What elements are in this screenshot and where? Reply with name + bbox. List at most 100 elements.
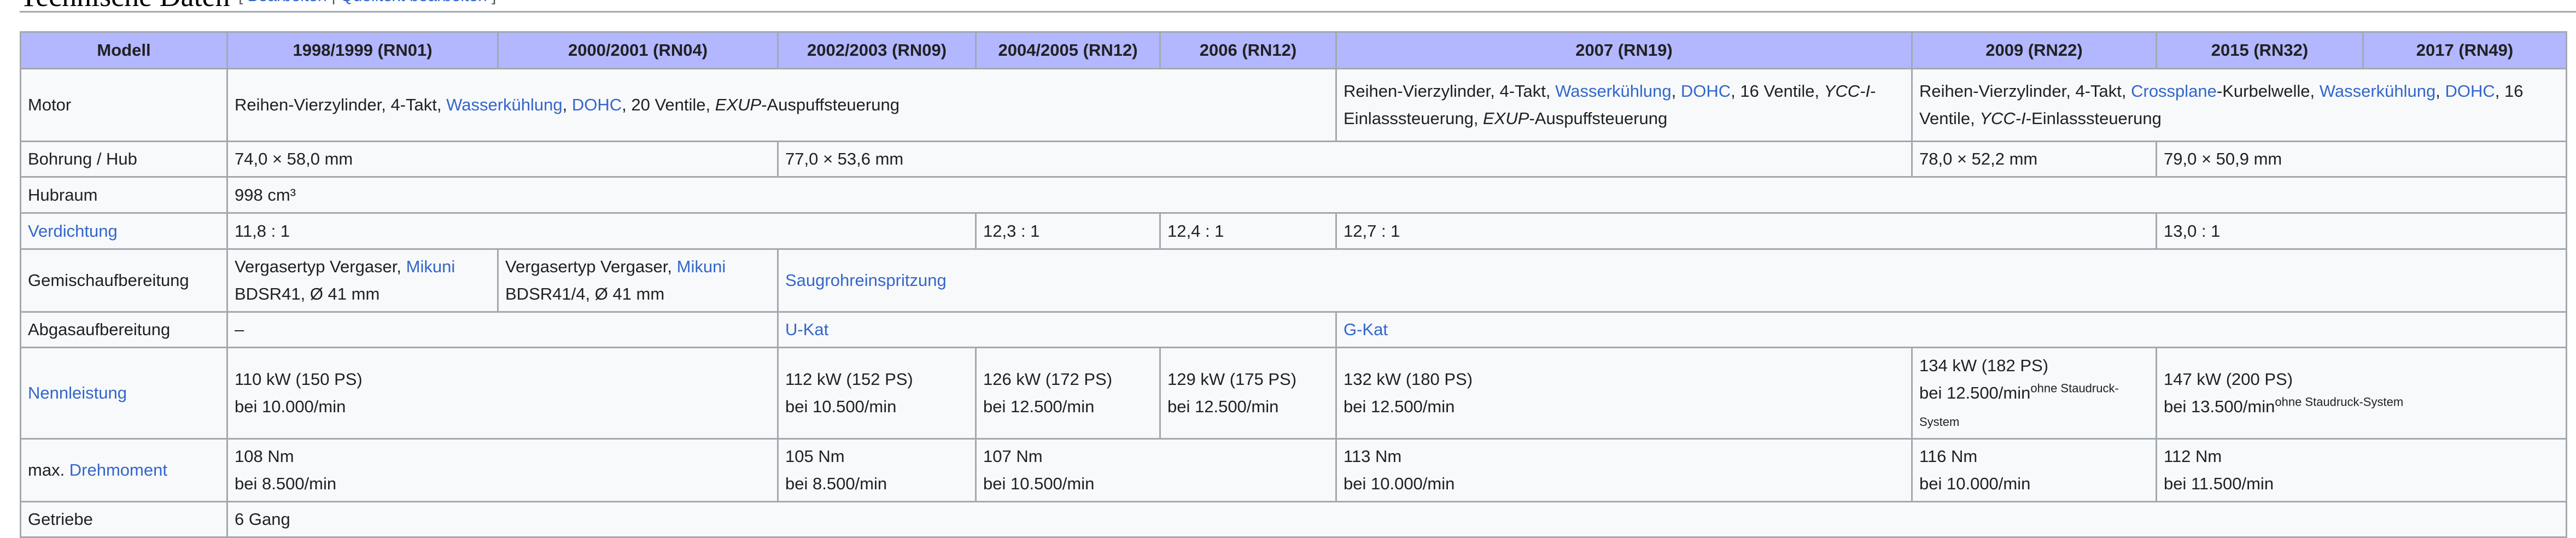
section-heading: Technische Daten [ Bearbeiten | Quelltex… bbox=[20, 0, 2576, 13]
edit-source-link[interactable]: Quelltext bearbeiten bbox=[340, 0, 487, 5]
edit-links: [ Bearbeiten | Quelltext bearbeiten ] bbox=[238, 0, 496, 5]
drehmoment-prefix: max. bbox=[28, 460, 69, 479]
wasserkuehlung-link[interactable]: Wasserkühlung bbox=[2320, 81, 2436, 101]
motor-cell-rn19: Reihen-Vierzylinder, 4-Takt, Wasserkühlu… bbox=[1335, 68, 1913, 142]
torque-value: 105 Nm bbox=[785, 447, 845, 466]
bohrung-cell: 78,0 × 52,2 mm bbox=[1911, 141, 2157, 178]
power-footnote: ohne Staudruck- bbox=[2030, 381, 2119, 395]
power-value: 129 kW (175 PS) bbox=[1167, 370, 1297, 389]
power-rpm: bei 12.500/min bbox=[1919, 383, 2031, 402]
table-row-gemisch: Gemischaufbereitung Vergasertyp Vergaser… bbox=[20, 248, 2567, 313]
table-row-abgas: Abgasaufbereitung – U-Kat G-Kat bbox=[20, 311, 2567, 348]
drehmoment-cell: 105 Nm bei 8.500/min bbox=[777, 438, 977, 502]
table-row-hubraum: Hubraum 998 cm³ bbox=[20, 176, 2567, 214]
drehmoment-cell: 112 Nm bei 11.500/min bbox=[2156, 438, 2567, 502]
col-header-rn49: 2017 (RN49) bbox=[2362, 31, 2567, 69]
col-header-rn12-2004: 2004/2005 (RN12) bbox=[975, 31, 1161, 69]
torque-rpm: bei 11.500/min bbox=[2164, 474, 2274, 493]
nennleistung-link[interactable]: Nennleistung bbox=[28, 383, 127, 402]
drehmoment-cell: 108 Nm bei 8.500/min bbox=[226, 438, 779, 502]
power-value: 126 kW (172 PS) bbox=[983, 370, 1113, 389]
col-header-rn12-2006: 2006 (RN12) bbox=[1159, 31, 1337, 69]
motor-text: Reihen-Vierzylinder, 4-Takt, bbox=[1919, 81, 2131, 101]
power-value: 134 kW (182 PS) bbox=[1919, 356, 2049, 375]
power-rpm: bei 12.500/min bbox=[983, 397, 1095, 416]
exup-term: EXUP bbox=[715, 95, 762, 114]
motor-text: Reihen-Vierzylinder, 4-Takt, bbox=[235, 95, 447, 114]
nennleistung-cell: 129 kW (175 PS) bei 12.500/min bbox=[1159, 347, 1337, 440]
crossplane-link[interactable]: Crossplane bbox=[2131, 81, 2217, 101]
verdichtung-cell: 13,0 : 1 bbox=[2156, 212, 2567, 250]
torque-value: 107 Nm bbox=[983, 447, 1043, 466]
torque-rpm: bei 10.500/min bbox=[983, 474, 1095, 493]
row-label-gemisch: Gemischaufbereitung bbox=[20, 248, 228, 313]
wasserkuehlung-link[interactable]: Wasserkühlung bbox=[1555, 81, 1672, 101]
power-value: 112 kW (152 PS) bbox=[785, 370, 913, 389]
power-rpm: bei 10.500/min bbox=[785, 397, 897, 416]
motor-text: -Kurbelwelle, bbox=[2216, 81, 2320, 101]
torque-value: 116 Nm bbox=[1919, 447, 1978, 466]
gemisch-text: Vergasertyp Vergaser, bbox=[235, 257, 406, 276]
dohc-link[interactable]: DOHC bbox=[1681, 81, 1731, 101]
col-header-rn09: 2002/2003 (RN09) bbox=[777, 31, 977, 69]
row-label-hubraum: Hubraum bbox=[20, 176, 228, 214]
bohrung-cell: 74,0 × 58,0 mm bbox=[226, 141, 779, 178]
col-header-rn32: 2015 (RN32) bbox=[2156, 31, 2364, 69]
abgas-cell: – bbox=[226, 311, 779, 348]
edit-link[interactable]: Bearbeiten bbox=[248, 0, 327, 5]
nennleistung-cell: 112 kW (152 PS) bei 10.500/min bbox=[777, 347, 977, 440]
motor-text: , bbox=[1671, 81, 1681, 101]
drehmoment-cell: 107 Nm bei 10.500/min bbox=[975, 438, 1337, 502]
table-row-verdichtung: Verdichtung 11,8 : 1 12,3 : 1 12,4 : 1 1… bbox=[20, 212, 2567, 250]
power-rpm: bei 12.500/min bbox=[1344, 397, 1455, 416]
ycc-i-term: YCC-I bbox=[1824, 81, 1871, 101]
row-label-getriebe: Getriebe bbox=[20, 501, 228, 538]
mikuni-link[interactable]: Mikuni bbox=[406, 257, 455, 276]
abgas-cell: G-Kat bbox=[1335, 311, 2567, 348]
saugrohreinspritzung-link[interactable]: Saugrohreinspritzung bbox=[785, 271, 947, 290]
col-header-modell: Modell bbox=[20, 31, 228, 69]
motor-text: , bbox=[2435, 81, 2445, 101]
row-label-abgas: Abgasaufbereitung bbox=[20, 311, 228, 348]
verdichtung-cell: 12,4 : 1 bbox=[1159, 212, 1337, 250]
nennleistung-cell: 110 kW (150 PS) bei 10.000/min bbox=[226, 347, 779, 440]
table-row-nennleistung: Nennleistung 110 kW (150 PS) bei 10.000/m… bbox=[20, 347, 2567, 440]
power-rpm: bei 13.500/min bbox=[2164, 397, 2275, 416]
bohrung-cell: 79,0 × 50,9 mm bbox=[2156, 141, 2567, 178]
hubraum-cell: 998 cm³ bbox=[226, 176, 2567, 214]
drehmoment-cell: 113 Nm bei 10.000/min bbox=[1335, 438, 1913, 502]
gemisch-text: BDSR41, Ø 41 mm bbox=[235, 284, 380, 303]
dohc-link[interactable]: DOHC bbox=[2445, 81, 2495, 101]
verdichtung-link[interactable]: Verdichtung bbox=[28, 221, 118, 241]
u-kat-link[interactable]: U-Kat bbox=[785, 320, 828, 339]
header-row: Modell 1998/1999 (RN01) 2000/2001 (RN04)… bbox=[20, 31, 2567, 69]
torque-rpm: bei 8.500/min bbox=[235, 474, 337, 493]
torque-value: 108 Nm bbox=[235, 447, 294, 466]
verdichtung-cell: 12,3 : 1 bbox=[975, 212, 1161, 250]
table-row-getriebe: Getriebe 6 Gang bbox=[20, 501, 2567, 538]
gemisch-cell-rn04: Vergasertyp Vergaser, Mikuni BDSR41/4, Ø … bbox=[497, 248, 779, 313]
motor-text: Reihen-Vierzylinder, 4-Takt, bbox=[1344, 81, 1556, 101]
mikuni-link[interactable]: Mikuni bbox=[677, 257, 726, 276]
col-header-rn22: 2009 (RN22) bbox=[1911, 31, 2157, 69]
power-rpm: bei 10.000/min bbox=[235, 397, 346, 416]
torque-rpm: bei 8.500/min bbox=[785, 474, 887, 493]
gemisch-text: Vergasertyp Vergaser, bbox=[505, 257, 677, 276]
wasserkuehlung-link[interactable]: Wasserkühlung bbox=[446, 95, 563, 114]
row-label-drehmoment: max. Drehmoment bbox=[20, 438, 228, 502]
motor-text: -Auspuffsteuerung bbox=[1529, 109, 1668, 128]
gemisch-cell-late: Saugrohreinspritzung bbox=[777, 248, 2567, 313]
row-label-motor: Motor bbox=[20, 68, 228, 142]
gemisch-text: BDSR41/4, Ø 41 mm bbox=[505, 284, 665, 303]
ycc-i-term: YCC-I bbox=[1979, 109, 2026, 128]
power-footnote-cont: System bbox=[1919, 415, 1960, 429]
g-kat-link[interactable]: G-Kat bbox=[1344, 320, 1388, 339]
verdichtung-cell: 11,8 : 1 bbox=[226, 212, 977, 250]
motor-text: -Auspuffsteuerung bbox=[761, 95, 899, 114]
dohc-link[interactable]: DOHC bbox=[572, 95, 622, 114]
drehmoment-link[interactable]: Drehmoment bbox=[69, 460, 167, 479]
getriebe-cell: 6 Gang bbox=[226, 501, 2567, 538]
exup-term: EXUP bbox=[1483, 109, 1529, 128]
specs-table: Modell 1998/1999 (RN01) 2000/2001 (RN04)… bbox=[20, 31, 2567, 538]
nennleistung-cell: 147 kW (200 PS) bei 13.500/minohne Staudr… bbox=[2156, 347, 2567, 440]
